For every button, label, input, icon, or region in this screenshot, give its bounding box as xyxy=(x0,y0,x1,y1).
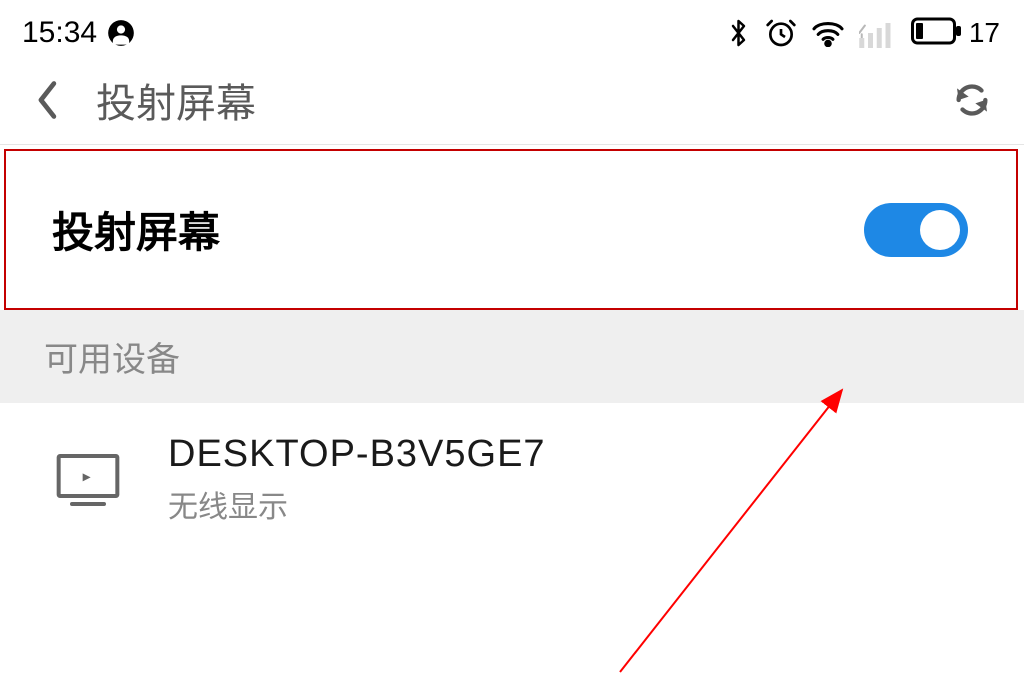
available-devices-section-header: 可用设备 xyxy=(0,310,1024,403)
battery-group: 17 xyxy=(911,17,1000,50)
back-button[interactable] xyxy=(28,80,68,120)
device-list-item[interactable]: DESKTOP-B3V5GE7 无线显示 xyxy=(0,403,1024,544)
battery-level: 17 xyxy=(969,17,1000,49)
cast-toggle-row[interactable]: 投射屏幕 xyxy=(6,151,1016,308)
status-bar: 15:34 xyxy=(0,0,1024,62)
header-left-group: 投射屏幕 xyxy=(28,71,256,129)
status-time: 15:34 xyxy=(22,16,97,50)
page-title: 投射屏幕 xyxy=(96,71,256,129)
alarm-icon xyxy=(765,17,797,49)
header-divider xyxy=(0,144,1024,145)
device-info: DESKTOP-B3V5GE7 无线显示 xyxy=(168,433,546,526)
status-left-group: 15:34 xyxy=(22,16,135,50)
signal-icon xyxy=(859,18,897,48)
cast-toggle-label: 投射屏幕 xyxy=(52,199,220,260)
status-right-group: 17 xyxy=(727,17,1000,50)
wifi-icon xyxy=(811,19,845,47)
cast-toggle-switch[interactable] xyxy=(864,203,968,257)
highlight-annotation-box: 投射屏幕 xyxy=(4,149,1018,310)
toggle-knob xyxy=(920,210,960,250)
app-header: 投射屏幕 xyxy=(0,62,1024,144)
display-device-icon xyxy=(56,448,120,512)
refresh-button[interactable] xyxy=(952,80,992,120)
battery-icon xyxy=(911,17,963,50)
device-subtitle: 无线显示 xyxy=(168,482,546,526)
device-name: DESKTOP-B3V5GE7 xyxy=(168,433,546,476)
profile-icon xyxy=(107,19,135,47)
section-title: 可用设备 xyxy=(44,332,980,381)
bluetooth-icon xyxy=(727,17,751,49)
